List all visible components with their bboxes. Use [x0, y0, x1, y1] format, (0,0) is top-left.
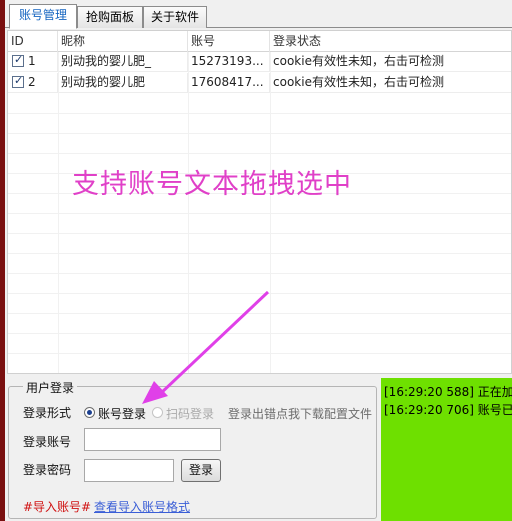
import-accounts-link[interactable]: #导入账号#	[23, 498, 91, 515]
radio-qrcode-login[interactable]	[152, 407, 163, 418]
cell-nickname: 别动我的婴儿肥_	[58, 52, 188, 72]
empty-row	[8, 134, 511, 154]
import-format-link[interactable]: 查看导入账号格式	[94, 498, 190, 515]
log-line: [16:29:20 706] 账号已加	[384, 403, 512, 417]
drag-select-annotation: 支持账号文本拖拽选中	[72, 169, 352, 200]
empty-row	[8, 214, 511, 234]
empty-row	[8, 354, 511, 373]
column-header-nickname[interactable]: 昵称	[58, 31, 188, 52]
account-list[interactable]: ID 昵称 账号 登录状态 1 别动我的婴儿肥_ 15273193... coo…	[7, 30, 512, 374]
login-button[interactable]: 登录	[181, 459, 221, 482]
tab-rush-panel[interactable]: 抢购面板	[77, 6, 143, 28]
empty-row	[8, 254, 511, 274]
cell-account: 17608417...	[188, 73, 270, 93]
user-login-group: 用户登录 登录形式 账号登录 扫码登录 登录出错点我下载配置文件 登录账号 登录…	[8, 379, 377, 519]
column-header-id[interactable]: ID	[8, 31, 58, 52]
radio-account-login-label[interactable]: 账号登录	[98, 405, 146, 422]
tab-bar: 账号管理 抢购面板 关于软件	[5, 0, 512, 29]
cell-nickname: 别动我的婴儿肥	[58, 73, 188, 93]
radio-account-login[interactable]	[84, 407, 95, 418]
cell-id: 1	[25, 52, 58, 72]
empty-row	[8, 234, 511, 254]
empty-row	[8, 314, 511, 334]
cell-id: 2	[25, 73, 58, 93]
row-checkbox[interactable]	[12, 74, 24, 88]
empty-row	[8, 274, 511, 294]
empty-row	[8, 294, 511, 314]
password-input[interactable]	[84, 459, 174, 482]
cell-login-status: cookie有效性未知，右击可检测	[273, 54, 444, 68]
account-label: 登录账号	[23, 435, 72, 449]
password-label: 登录密码	[23, 463, 72, 477]
empty-row	[8, 334, 511, 354]
log-line: [16:29:20 588] 正在加载	[384, 385, 512, 399]
empty-row	[8, 94, 511, 114]
login-mode-label: 登录形式	[23, 406, 72, 420]
tab-about[interactable]: 关于软件	[143, 6, 207, 28]
table-row[interactable]: 1 别动我的婴儿肥_ 15273193... cookie有效性未知，右击可检测	[8, 52, 511, 72]
column-divider	[270, 52, 271, 373]
account-input[interactable]	[84, 428, 221, 451]
list-header: ID 昵称 账号 登录状态	[8, 31, 511, 52]
cell-login-status: cookie有效性未知，右击可检测	[273, 75, 444, 89]
cell-account: 15273193...	[188, 52, 270, 72]
group-title: 用户登录	[23, 379, 78, 396]
log-panel: [16:29:20 588] 正在加载 [16:29:20 706] 账号已加	[381, 378, 512, 521]
table-row[interactable]: 2 别动我的婴儿肥 17608417... cookie有效性未知，右击可检测	[8, 73, 511, 93]
column-header-account[interactable]: 账号	[188, 31, 270, 52]
row-checkbox[interactable]	[12, 53, 24, 67]
download-config-link[interactable]: 登录出错点我下载配置文件	[228, 405, 372, 422]
column-divider	[58, 52, 59, 373]
radio-qrcode-login-label[interactable]: 扫码登录	[166, 405, 214, 422]
column-header-login-status[interactable]: 登录状态	[270, 31, 511, 52]
app-window: 账号管理 抢购面板 关于软件 ID 昵称 账号 登录状态 1 别动我的婴儿肥_ …	[5, 0, 512, 521]
column-divider	[188, 52, 189, 373]
tab-account-management[interactable]: 账号管理	[9, 4, 77, 29]
empty-row	[8, 114, 511, 134]
